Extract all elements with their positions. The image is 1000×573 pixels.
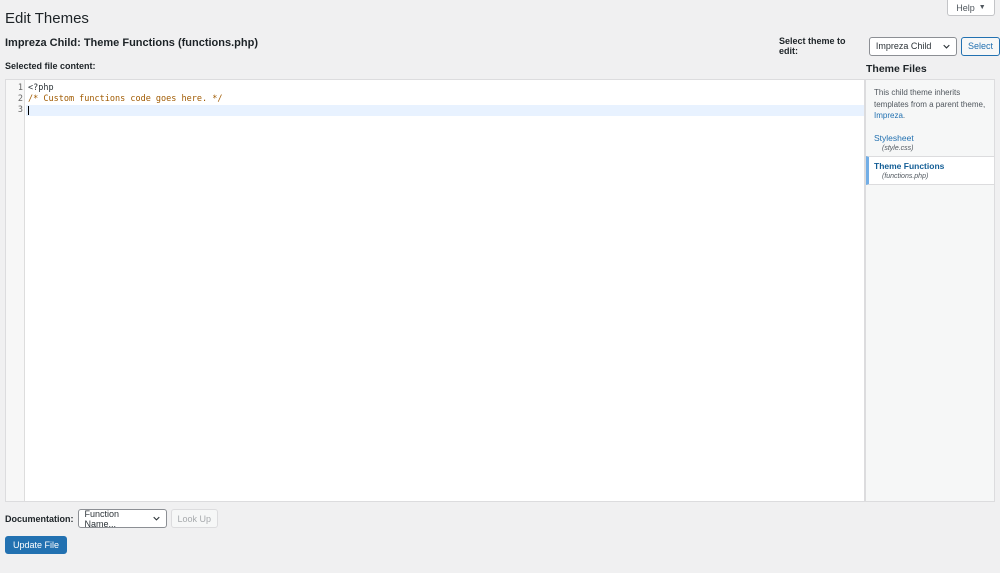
select-theme-button[interactable]: Select	[960, 36, 1000, 56]
description-suffix: .	[902, 111, 906, 120]
function-name-select[interactable]: Function Name...	[77, 508, 167, 529]
text-cursor	[28, 106, 29, 115]
theme-selector: Select theme to edit: Impreza Child Sele…	[779, 36, 1000, 56]
code-text: <?php	[28, 83, 54, 93]
theme-files-title: Theme Files	[866, 63, 927, 75]
file-item-stylesheet[interactable]: Stylesheet (style.css)	[866, 129, 994, 156]
update-file-button[interactable]: Update File	[5, 536, 68, 554]
code-line[interactable]: 2 /* Custom functions code goes here. */	[6, 94, 864, 105]
code-editor[interactable]: 1 <?php 2 /* Custom functions code goes …	[5, 79, 865, 502]
line-number: 3	[17, 105, 23, 115]
code-line[interactable]: 1 <?php	[6, 83, 864, 94]
selected-file-label: Selected file content:	[5, 61, 96, 71]
file-item-theme-functions[interactable]: Theme Functions (functions.php)	[866, 155, 994, 185]
theme-select[interactable]: Impreza Child	[868, 36, 957, 56]
chevron-down-icon	[152, 516, 160, 521]
page-title: Edit Themes	[5, 10, 89, 27]
theme-select-value: Impreza Child	[875, 41, 932, 51]
code-text: /* Custom functions code goes here. */	[28, 94, 223, 104]
child-theme-description: This child theme inherits templates from…	[866, 80, 994, 129]
parent-theme-link[interactable]: Impreza	[874, 111, 903, 120]
theme-select-label: Select theme to edit:	[779, 36, 846, 56]
caret-down-icon: ▼	[978, 4, 986, 11]
help-label: Help	[956, 2, 975, 13]
help-button[interactable]: Help ▼	[947, 0, 995, 16]
file-filename: (functions.php)	[882, 172, 929, 180]
documentation-label: Documentation:	[5, 513, 74, 524]
file-name: Theme Functions	[874, 160, 945, 171]
function-select-value: Function Name...	[84, 508, 120, 529]
documentation-row: Documentation: Function Name... Look Up	[5, 508, 219, 529]
line-gutter	[6, 80, 25, 501]
theme-files-panel: This child theme inherits templates from…	[865, 79, 995, 502]
chevron-down-icon	[943, 44, 950, 49]
code-line-active[interactable]: 3	[18, 105, 864, 116]
file-name: Stylesheet	[874, 132, 914, 143]
file-title: Impreza Child: Theme Functions (function…	[5, 37, 258, 49]
description-text: This child theme inherits templates from…	[874, 88, 986, 109]
file-filename: (style.css)	[882, 144, 914, 152]
line-number: 1	[17, 83, 23, 93]
line-number: 2	[17, 94, 23, 104]
look-up-button[interactable]: Look Up	[170, 509, 219, 528]
